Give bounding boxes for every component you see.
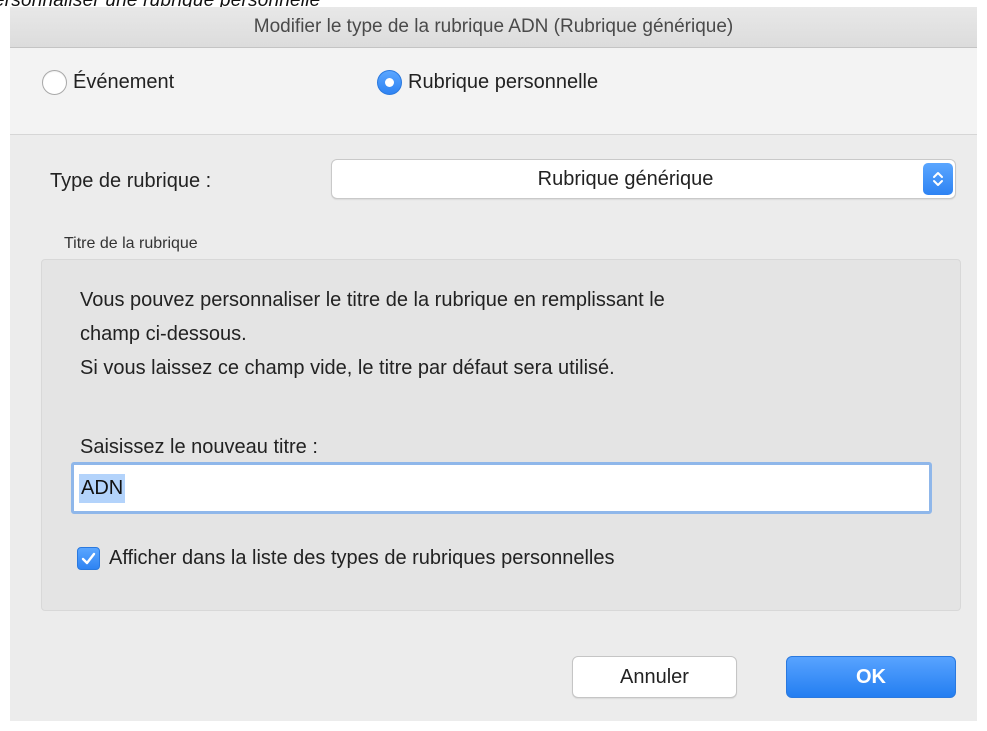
radio-rubrique-personnelle[interactable]: Rubrique personnelle xyxy=(377,70,598,95)
show-in-list-option[interactable]: Afficher dans la liste des types de rubr… xyxy=(77,547,614,570)
info-line-3: Si vous laissez ce champ vide, le titre … xyxy=(80,357,615,379)
radio-button-unselected[interactable] xyxy=(42,70,67,95)
chevron-updown-icon[interactable] xyxy=(923,163,953,195)
radio-evenement[interactable]: Événement xyxy=(42,70,174,95)
show-in-list-label: Afficher dans la liste des types de rubr… xyxy=(109,547,615,569)
radio-dot xyxy=(385,78,394,87)
info-line-1: Vous pouvez personnaliser le titre de la… xyxy=(80,289,665,311)
dialog-title: Modifier le type de la rubrique ADN (Rub… xyxy=(10,7,977,48)
radio-rubrique-label: Rubrique personnelle xyxy=(408,71,599,93)
checkmark-icon xyxy=(81,552,96,565)
type-de-rubrique-popup[interactable]: Rubrique générique xyxy=(331,159,956,199)
radio-button-selected[interactable] xyxy=(377,70,402,95)
cancel-button[interactable]: Annuler xyxy=(572,656,737,698)
popup-selected-value: Rubrique générique xyxy=(537,168,714,190)
radio-evenement-label: Événement xyxy=(73,71,175,93)
info-line-2: champ ci-dessous. xyxy=(80,323,247,345)
show-in-list-checkbox[interactable] xyxy=(77,547,100,570)
new-title-value[interactable]: ADN xyxy=(79,474,126,503)
new-title-prompt: Saisissez le nouveau titre : xyxy=(80,436,318,458)
ok-button[interactable]: OK xyxy=(786,656,956,698)
info-text: Vous pouvez personnaliser le titre de la… xyxy=(80,283,665,385)
new-title-field[interactable]: ADN xyxy=(71,462,932,514)
type-de-rubrique-label: Type de rubrique : xyxy=(50,170,212,192)
titre-group-label: Titre de la rubrique xyxy=(64,235,198,252)
